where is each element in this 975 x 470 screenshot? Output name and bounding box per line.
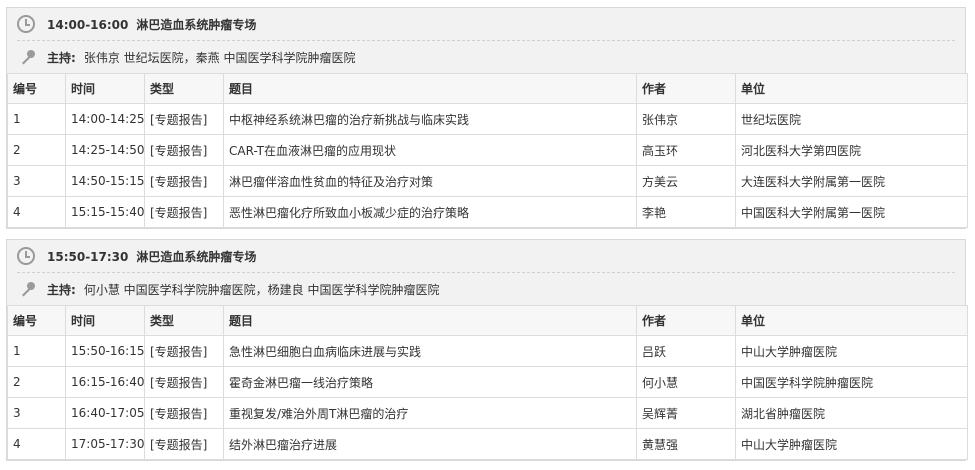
- cell-time: 15:15-15:40: [65, 196, 145, 228]
- session-title-row: 14:00-16:00 淋巴造血系统肿瘤专场: [7, 8, 965, 40]
- session-time: 15:50-17:30: [47, 249, 129, 264]
- header-organization: 单位: [735, 73, 968, 104]
- cell-topic: 重视复发/难治外周T淋巴瘤的治疗: [223, 397, 637, 429]
- cell-time: 16:15-16:40: [65, 366, 145, 398]
- clock-icon: [17, 15, 35, 33]
- cell-author: 何小慧: [636, 366, 736, 398]
- host-label: 主持:: [47, 50, 76, 65]
- table-row: 4 15:15-15:40 [专题报告] 恶性淋巴瘤化疗所致血小板减少症的治疗策略 李艳…: [7, 196, 968, 228]
- cell-author: 黄慧强: [636, 428, 736, 460]
- cell-type: [专题报告]: [144, 366, 224, 398]
- header-time: 时间: [65, 305, 145, 336]
- cell-topic: 霍奇金淋巴瘤一线治疗策略: [223, 366, 637, 398]
- table-row: 3 16:40-17:05 [专题报告] 重视复发/难治外周T淋巴瘤的治疗 吴辉菁 湖北省…: [7, 397, 968, 429]
- cell-type: [专题报告]: [144, 103, 224, 135]
- cell-type: [专题报告]: [144, 335, 224, 367]
- host-label: 主持:: [47, 282, 76, 297]
- session-block: 14:00-16:00 淋巴造血系统肿瘤专场 主持: 张伟京 世纪坛医院，秦燕 中…: [6, 7, 968, 229]
- cell-number: 3: [7, 397, 66, 429]
- cell-topic: 恶性淋巴瘤化疗所致血小板减少症的治疗策略: [223, 196, 637, 228]
- header-topic: 题目: [223, 305, 637, 336]
- host-names: 张伟京 世纪坛医院，秦燕 中国医学科学院肿瘤医院: [83, 50, 356, 65]
- cell-organization: 大连医科大学附属第一医院: [735, 165, 968, 197]
- table-row: 3 14:50-15:15 [专题报告] 淋巴瘤伴溶血性贫血的特征及治疗对策 方美云 大连…: [7, 165, 968, 197]
- header-topic: 题目: [223, 73, 637, 104]
- session-title: 14:00-16:00 淋巴造血系统肿瘤专场: [47, 16, 256, 33]
- cell-author: 吴辉菁: [636, 397, 736, 429]
- table-row: 1 14:00-14:25 [专题报告] 中枢神经系统淋巴瘤的治疗新挑战与临床实践 张伟…: [7, 103, 968, 135]
- cell-organization: 中山大学肿瘤医院: [735, 428, 968, 460]
- header-number: 编号: [7, 305, 66, 336]
- cell-organization: 中国医科大学附属第一医院: [735, 196, 968, 228]
- cell-topic: 中枢神经系统淋巴瘤的治疗新挑战与临床实践: [223, 103, 637, 135]
- microphone-icon: [22, 282, 35, 297]
- host-names: 何小慧 中国医学科学院肿瘤医院，杨建良 中国医学科学院肿瘤医院: [83, 282, 440, 297]
- cell-time: 16:40-17:05: [65, 397, 145, 429]
- clock-icon: [17, 247, 35, 265]
- cell-number: 3: [7, 165, 66, 197]
- cell-organization: 中山大学肿瘤医院: [735, 335, 968, 367]
- header-time: 时间: [65, 73, 145, 104]
- cell-number: 2: [7, 366, 66, 398]
- table-row: 2 16:15-16:40 [专题报告] 霍奇金淋巴瘤一线治疗策略 何小慧 中国医学科学院…: [7, 366, 968, 398]
- cell-number: 2: [7, 134, 66, 166]
- microphone-icon: [22, 50, 35, 65]
- header-organization: 单位: [735, 305, 968, 336]
- cell-number: 4: [7, 428, 66, 460]
- session-block: 15:50-17:30 淋巴造血系统肿瘤专场 主持: 何小慧 中国医学科学院肿瘤医…: [6, 239, 968, 461]
- cell-type: [专题报告]: [144, 134, 224, 166]
- cell-time: 14:25-14:50: [65, 134, 145, 166]
- cell-type: [专题报告]: [144, 397, 224, 429]
- cell-type: [专题报告]: [144, 165, 224, 197]
- cell-time: 14:50-15:15: [65, 165, 145, 197]
- header-number: 编号: [7, 73, 66, 104]
- cell-type: [专题报告]: [144, 428, 224, 460]
- table-row: 2 14:25-14:50 [专题报告] CAR-T在血液淋巴瘤的应用现状 高玉环 河北医…: [7, 134, 968, 166]
- cell-topic: 结外淋巴瘤治疗进展: [223, 428, 637, 460]
- cell-time: 15:50-16:15: [65, 335, 145, 367]
- cell-topic: CAR-T在血液淋巴瘤的应用现状: [223, 134, 637, 166]
- header-author: 作者: [636, 73, 736, 104]
- table-header-row: 编号 时间 类型 题目 作者 单位: [7, 73, 968, 104]
- cell-number: 1: [7, 103, 66, 135]
- cell-organization: 中国医学科学院肿瘤医院: [735, 366, 968, 398]
- table-row: 4 17:05-17:30 [专题报告] 结外淋巴瘤治疗进展 黄慧强 中山大学肿瘤医院: [7, 428, 968, 460]
- session-name: 淋巴造血系统肿瘤专场: [136, 249, 257, 264]
- cell-topic: 急性淋巴细胞白血病临床进展与实践: [223, 335, 637, 367]
- cell-author: 李艳: [636, 196, 736, 228]
- cell-author: 吕跃: [636, 335, 736, 367]
- host-row: 主持: 张伟京 世纪坛医院，秦燕 中国医学科学院肿瘤医院: [7, 41, 965, 73]
- cell-organization: 世纪坛医院: [735, 103, 968, 135]
- header-author: 作者: [636, 305, 736, 336]
- schedule-table: 编号 时间 类型 题目 作者 单位 1 15:50-16:15 [专题报告] 急性淋巴细胞白血病…: [7, 305, 968, 460]
- cell-type: [专题报告]: [144, 196, 224, 228]
- cell-author: 高玉环: [636, 134, 736, 166]
- cell-number: 1: [7, 335, 66, 367]
- session-title-row: 15:50-17:30 淋巴造血系统肿瘤专场: [7, 240, 965, 272]
- cell-organization: 湖北省肿瘤医院: [735, 397, 968, 429]
- table-row: 1 15:50-16:15 [专题报告] 急性淋巴细胞白血病临床进展与实践 吕跃 中山大学…: [7, 335, 968, 367]
- cell-author: 张伟京: [636, 103, 736, 135]
- cell-number: 4: [7, 196, 66, 228]
- cell-time: 14:00-14:25: [65, 103, 145, 135]
- host-row: 主持: 何小慧 中国医学科学院肿瘤医院，杨建良 中国医学科学院肿瘤医院: [7, 273, 965, 305]
- session-title: 15:50-17:30 淋巴造血系统肿瘤专场: [47, 248, 256, 265]
- header-type: 类型: [144, 305, 224, 336]
- cell-organization: 河北医科大学第四医院: [735, 134, 968, 166]
- cell-time: 17:05-17:30: [65, 428, 145, 460]
- table-header-row: 编号 时间 类型 题目 作者 单位: [7, 305, 968, 336]
- schedule-table: 编号 时间 类型 题目 作者 单位 1 14:00-14:25 [专题报告] 中枢神经系统淋巴瘤…: [7, 73, 968, 228]
- session-name: 淋巴造血系统肿瘤专场: [136, 17, 257, 32]
- session-time: 14:00-16:00: [47, 17, 129, 32]
- cell-author: 方美云: [636, 165, 736, 197]
- cell-topic: 淋巴瘤伴溶血性贫血的特征及治疗对策: [223, 165, 637, 197]
- header-type: 类型: [144, 73, 224, 104]
